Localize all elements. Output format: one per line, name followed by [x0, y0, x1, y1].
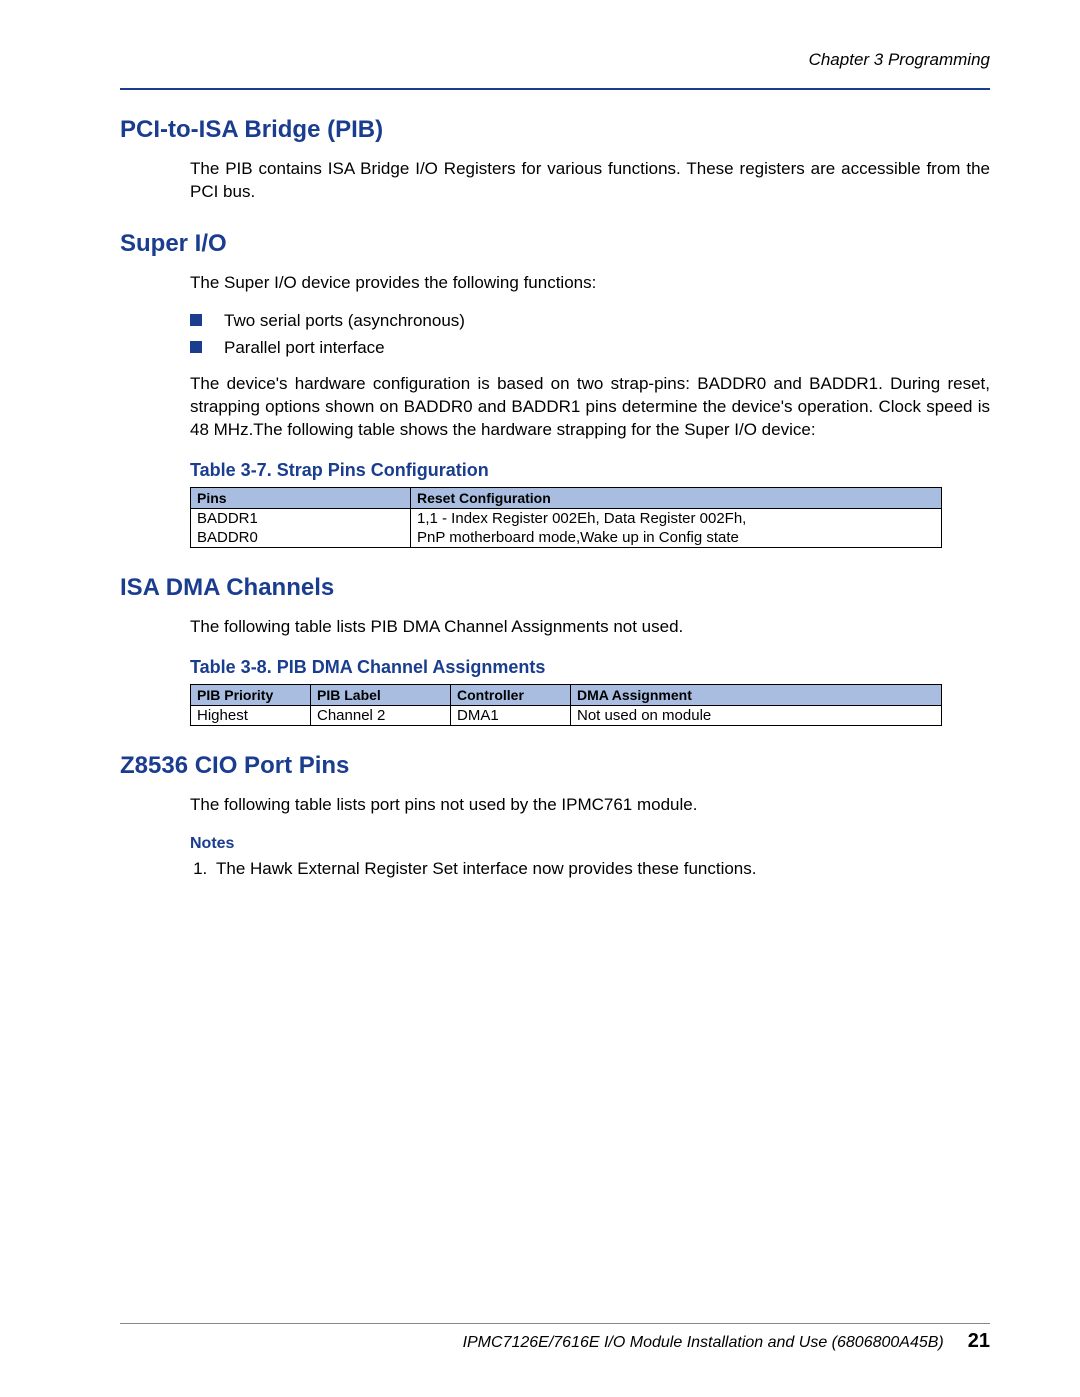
table-caption-3-7: Table 3-7. Strap Pins Configuration — [190, 460, 990, 481]
z8536-paragraph: The following table lists port pins not … — [190, 794, 990, 817]
table-row: BADDR1 1,1 - Index Register 002Eh, Data … — [191, 509, 942, 529]
footer-doc-title: IPMC7126E/7616E I/O Module Installation … — [463, 1334, 944, 1352]
table-cell: Channel 2 — [311, 705, 451, 725]
page-footer: IPMC7126E/7616E I/O Module Installation … — [120, 1323, 990, 1353]
notes-heading: Notes — [190, 835, 990, 853]
table-cell: 1,1 - Index Register 002Eh, Data Registe… — [411, 509, 942, 529]
table-header-row: Pins Reset Configuration — [191, 488, 942, 509]
section-heading-superio: Super I/O — [120, 230, 990, 258]
pib-dma-table: PIB Priority PIB Label Controller DMA As… — [190, 684, 942, 726]
list-item: Two serial ports (asynchronous) — [190, 307, 990, 334]
chapter-reference: Chapter 3 Programming — [120, 50, 990, 70]
table-cell: BADDR1 — [191, 509, 411, 529]
table-cell: Not used on module — [571, 705, 942, 725]
table-cell: Highest — [191, 705, 311, 725]
table-header-cell: PIB Priority — [191, 684, 311, 705]
list-item: Parallel port interface — [190, 334, 990, 361]
pib-paragraph: The PIB contains ISA Bridge I/O Register… — [190, 158, 990, 204]
table-cell: DMA1 — [451, 705, 571, 725]
table-cell: PnP motherboard mode,Wake up in Config s… — [411, 528, 942, 548]
section-heading-z8536: Z8536 CIO Port Pins — [120, 752, 990, 780]
table-row: BADDR0 PnP motherboard mode,Wake up in C… — [191, 528, 942, 548]
table-row: Highest Channel 2 DMA1 Not used on modul… — [191, 705, 942, 725]
table-header-cell: Pins — [191, 488, 411, 509]
page-container: Chapter 3 Programming PCI-to-ISA Bridge … — [0, 0, 1080, 1397]
header-rule — [120, 88, 990, 90]
notes-list: The Hawk External Register Set interface… — [190, 859, 990, 879]
strap-pins-table: Pins Reset Configuration BADDR1 1,1 - In… — [190, 487, 942, 548]
isa-dma-paragraph: The following table lists PIB DMA Channe… — [190, 616, 990, 639]
section-heading-pib: PCI-to-ISA Bridge (PIB) — [120, 116, 990, 144]
superio-paragraph-1: The Super I/O device provides the follow… — [190, 272, 990, 295]
superio-paragraph-2: The device's hardware configuration is b… — [190, 373, 990, 442]
table-header-cell: Controller — [451, 684, 571, 705]
table-header-cell: Reset Configuration — [411, 488, 942, 509]
table-header-cell: PIB Label — [311, 684, 451, 705]
table-caption-3-8: Table 3-8. PIB DMA Channel Assignments — [190, 657, 990, 678]
note-item: The Hawk External Register Set interface… — [212, 859, 990, 879]
footer-page-number: 21 — [968, 1330, 990, 1353]
table-header-row: PIB Priority PIB Label Controller DMA As… — [191, 684, 942, 705]
table-cell: BADDR0 — [191, 528, 411, 548]
superio-bullet-list: Two serial ports (asynchronous) Parallel… — [190, 307, 990, 361]
section-heading-isa-dma: ISA DMA Channels — [120, 574, 990, 602]
table-header-cell: DMA Assignment — [571, 684, 942, 705]
